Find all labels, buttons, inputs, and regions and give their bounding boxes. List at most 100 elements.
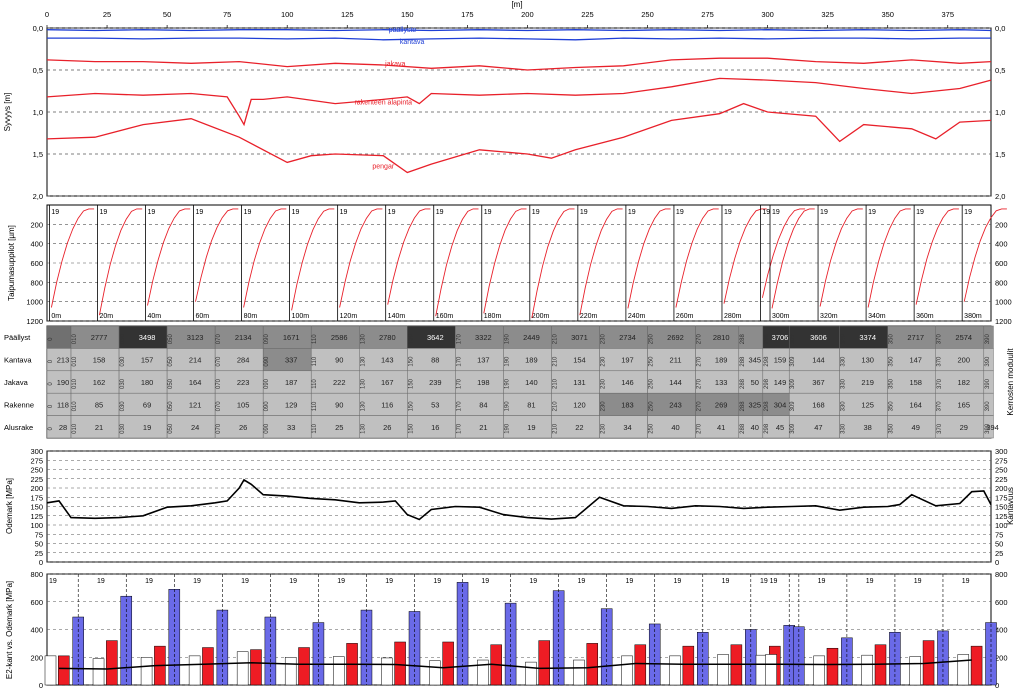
- moduli-cell-start: 350: [889, 334, 895, 345]
- e2-cell-tag: 19: [914, 578, 922, 585]
- moduli-cell-start: 070: [216, 356, 222, 367]
- moduli-cell-value: 167: [381, 378, 394, 387]
- moduli-cell-start: 090: [264, 401, 270, 412]
- moduli-cell-start: 190: [504, 378, 510, 389]
- e2-y-tick-label-right: 800: [995, 570, 1008, 579]
- layers-x-tick-label: 25: [103, 10, 111, 19]
- e2-cell-tag: 19: [770, 578, 778, 585]
- moduli-cell-value: 158: [909, 378, 922, 387]
- moduli-cell-value: 2810: [713, 333, 730, 342]
- moduli-cell-value: 269: [715, 400, 728, 409]
- e2-y-tick-label-right: 600: [995, 598, 1008, 607]
- odemark-y-tick-label: 300: [30, 447, 43, 456]
- moduli-cell-start: 250: [649, 378, 655, 389]
- moduli-cell-start: 330: [841, 356, 847, 367]
- moduli-cell-value: 144: [669, 378, 682, 387]
- moduli-cell-value: 26: [383, 423, 391, 432]
- moduli-cell-start: 370: [937, 423, 943, 434]
- moduli-cell-value: 22: [575, 423, 583, 432]
- deflection-y-tick-label: 800: [30, 278, 43, 287]
- odemark-y-tick-label-right: 75: [995, 530, 1003, 539]
- layers-y-tick-label-right: 0,0: [995, 24, 1005, 33]
- moduli-cell-value: 33: [287, 423, 295, 432]
- deflection-station-label: 180m: [484, 313, 502, 320]
- moduli-cell-start: 350: [889, 401, 895, 412]
- moduli-cell-value: 154: [573, 356, 586, 365]
- moduli-cell-value: 24: [191, 423, 199, 432]
- moduli-cell-start: 010: [72, 334, 78, 345]
- moduli-cell-start: 050: [168, 401, 174, 412]
- deflection-cell-tag: 19: [868, 209, 876, 216]
- moduli-cell-value: 149: [774, 378, 787, 387]
- moduli-cell-value: 190: [57, 378, 70, 387]
- layers-x-tick-label: 150: [401, 10, 414, 19]
- moduli-cell-value: 25: [335, 423, 343, 432]
- moduli-cell-start: 190: [504, 423, 510, 434]
- moduli-cell-value: 21: [479, 423, 487, 432]
- moduli-cell-start: 298: [764, 334, 770, 345]
- moduli-cell-start: 030: [120, 334, 126, 345]
- moduli-cell-start: 010: [72, 378, 78, 389]
- moduli-cell-start: 190: [504, 401, 510, 412]
- deflection-cell-tag: 19: [916, 209, 924, 216]
- moduli-cell-value: 3706: [772, 333, 789, 342]
- odemark-y-tick-label: 25: [35, 549, 43, 558]
- layers-x-tick-label: 325: [821, 10, 834, 19]
- odemark-y-tick-label-right: 50: [995, 540, 1003, 549]
- moduli-cell-value: 85: [95, 400, 103, 409]
- moduli-cell-start: 090: [264, 423, 270, 434]
- odemark-y-tick-label: 150: [30, 503, 43, 512]
- layers-y-tick-label: 0,5: [33, 66, 43, 75]
- moduli-cell-start: 190: [504, 356, 510, 367]
- odemark-y-tick-label: 250: [30, 466, 43, 475]
- deflection-station-label: 40m: [147, 313, 161, 320]
- moduli-cell-value: 325: [749, 400, 762, 409]
- moduli-cell-start: 130: [360, 378, 366, 389]
- deflection-cell-tag: 19: [772, 209, 780, 216]
- moduli-cell-start: 330: [841, 423, 847, 434]
- e2-cell-tag: 19: [193, 578, 201, 585]
- moduli-cell-value: 214: [189, 356, 202, 365]
- moduli-cell-value: 3498: [139, 333, 156, 342]
- moduli-cell-value: 3071: [571, 333, 588, 342]
- odemark-y-tick-label: 200: [30, 484, 43, 493]
- e2-cell-tag: 19: [385, 578, 393, 585]
- deflection-station-label: 120m: [340, 313, 358, 320]
- moduli-cell-start: 030: [120, 423, 126, 434]
- layers-series-päällyste: [46, 29, 992, 32]
- moduli-cell-start: 210: [552, 401, 558, 412]
- deflection-cell-tag: 19: [340, 209, 348, 216]
- moduli-cell-start: 390: [985, 401, 991, 412]
- odemark-y-tick-label-right: 0: [995, 558, 999, 567]
- deflection-y-tick-label-right: 1000: [995, 298, 1012, 307]
- deflection-cell-tag: 19: [532, 209, 540, 216]
- moduli-cell-start: 170: [456, 423, 462, 434]
- e2-bar-red: [250, 649, 262, 686]
- moduli-cell-value: 239: [429, 378, 442, 387]
- moduli-cell-start: 070: [216, 401, 222, 412]
- moduli-cell-value: 129: [285, 400, 298, 409]
- e2-cell-tag: 19: [962, 578, 970, 585]
- odemark-y-tick-label-right: 150: [995, 503, 1008, 512]
- moduli-cell-start: 230: [600, 334, 606, 345]
- moduli-row-label: Kantava: [4, 356, 32, 365]
- moduli-cell-value: 133: [715, 378, 728, 387]
- deflection-cell-tag: 19: [484, 209, 492, 216]
- moduli-cell-start: 230: [600, 378, 606, 389]
- layers-x-tick-label: 225: [581, 10, 594, 19]
- moduli-cell-value: 125: [861, 400, 874, 409]
- e2-bar-red: [826, 647, 839, 686]
- moduli-cell-value: 345: [749, 356, 762, 365]
- odemark-y-tick-label-right: 25: [995, 549, 1003, 558]
- deflection-y-tick-label-right: 400: [995, 240, 1008, 249]
- moduli-cell-start: 350: [889, 423, 895, 434]
- e2-bar-white: [957, 654, 970, 686]
- deflection-station-label: 200m: [532, 313, 550, 320]
- moduli-cell-start: 309: [790, 334, 796, 345]
- moduli-cell-start: 050: [168, 423, 174, 434]
- moduli-cell-start: 250: [649, 356, 655, 367]
- moduli-cell-start: 330: [841, 401, 847, 412]
- deflection-station-label: 260m: [676, 313, 694, 320]
- moduli-cell-value: 69: [143, 400, 151, 409]
- moduli-cell-value: 164: [909, 400, 922, 409]
